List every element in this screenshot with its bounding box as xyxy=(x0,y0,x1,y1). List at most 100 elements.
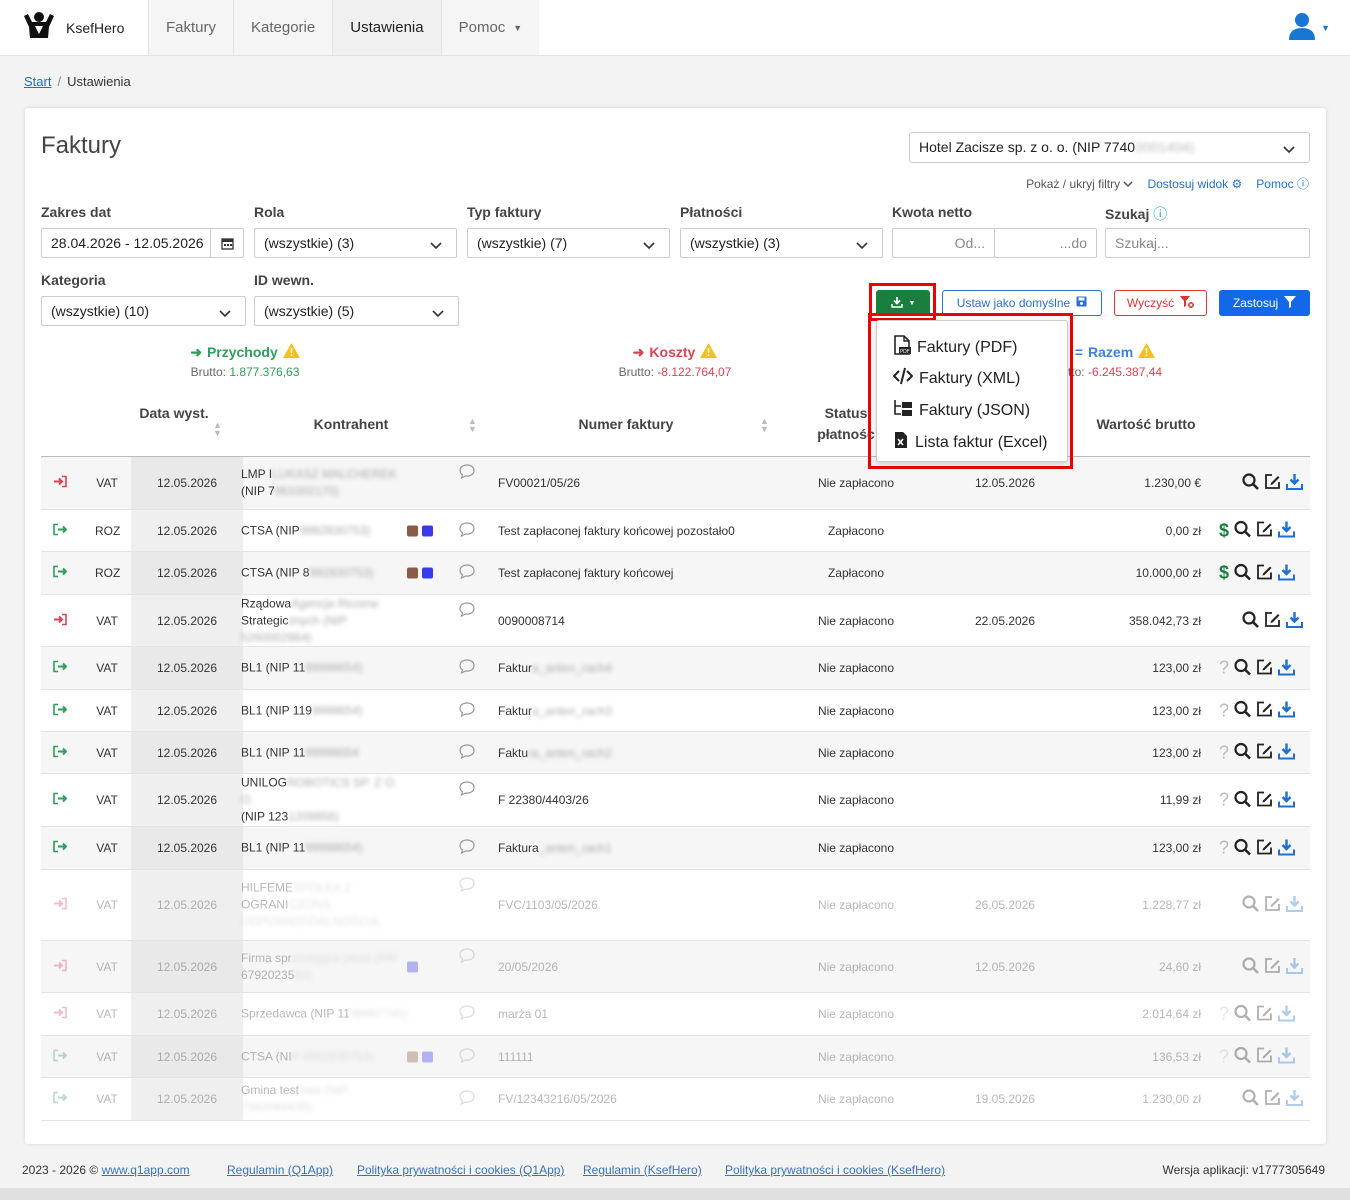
download-icon[interactable] xyxy=(1278,521,1296,541)
edit-icon[interactable] xyxy=(1264,895,1281,915)
edit-icon[interactable] xyxy=(1256,838,1273,858)
date-range-input[interactable]: 28.04.2026 - 12.05.2026 xyxy=(41,228,244,258)
table-row[interactable]: VAT 12.05.2026 BL1 (NIP 1199998654 Faktura_… xyxy=(41,732,1310,774)
comment-icon[interactable] xyxy=(459,564,475,582)
question-icon[interactable]: ? xyxy=(1219,790,1229,811)
edit-icon[interactable] xyxy=(1264,473,1281,493)
footer-link-terms-q1app[interactable]: Regulamin (Q1App) xyxy=(227,1163,333,1177)
search-icon[interactable] xyxy=(1242,956,1259,977)
nav-tab-kategorie[interactable]: Kategorie xyxy=(233,0,333,55)
column-header-party[interactable]: Kontrahent xyxy=(271,416,431,432)
calendar-icon[interactable] xyxy=(210,229,243,257)
search-icon[interactable] xyxy=(1234,520,1251,541)
edit-icon[interactable] xyxy=(1256,743,1273,763)
internal-id-select[interactable]: (wszystkie) (5) xyxy=(254,296,459,326)
download-icon[interactable] xyxy=(1278,743,1296,763)
breadcrumb-home-link[interactable]: Start xyxy=(24,74,51,89)
table-row[interactable]: VAT 12.05.2026 HILFEMESPÓŁKA Z OGRANICZONĄ … xyxy=(41,870,1310,941)
comment-icon[interactable] xyxy=(459,781,475,799)
search-icon[interactable] xyxy=(1242,610,1259,631)
invoice-type-select[interactable]: (wszystkie) (7) xyxy=(467,228,670,258)
download-icon[interactable] xyxy=(1286,611,1303,631)
comment-icon[interactable] xyxy=(459,464,475,482)
column-header-number[interactable]: Numer faktury xyxy=(561,416,691,432)
category-select[interactable]: (wszystkie) (10) xyxy=(41,296,246,326)
table-row[interactable]: ROZ 12.05.2026 CTSA (NIP 8992830753) Test z… xyxy=(41,552,1310,595)
user-menu[interactable]: ▼ xyxy=(1289,12,1330,43)
role-select[interactable]: (wszystkie) (3) xyxy=(254,228,457,258)
question-circle-icon[interactable]: ⓘ xyxy=(1153,206,1167,222)
table-row[interactable]: VAT 12.05.2026 Firma sprzedająca jakaś (NI… xyxy=(41,941,1310,993)
table-row[interactable]: VAT 12.05.2026 BL1 (NIP 1199998654) Faktura… xyxy=(41,690,1310,732)
table-row[interactable]: VAT 12.05.2026 BL1 (NIP 1199998654) Faktura… xyxy=(41,647,1310,690)
payments-select[interactable]: (wszystkie) (3) xyxy=(680,228,883,258)
export-json-item[interactable]: Faktury (JSON) xyxy=(893,399,1030,422)
comment-icon[interactable] xyxy=(459,659,475,677)
edit-icon[interactable] xyxy=(1256,658,1273,678)
nav-tab-ustawienia[interactable]: Ustawienia xyxy=(332,0,441,55)
question-icon[interactable]: ? xyxy=(1219,838,1229,859)
edit-icon[interactable] xyxy=(1256,790,1273,810)
download-icon[interactable] xyxy=(1278,838,1296,858)
download-icon[interactable] xyxy=(1278,658,1296,678)
table-row[interactable]: ROZ 12.05.2026 CTSA (NIP9992830753) Test za… xyxy=(41,510,1310,552)
edit-icon[interactable] xyxy=(1256,1047,1273,1067)
export-xml-item[interactable]: Faktury (XML) xyxy=(892,367,1020,390)
table-row[interactable]: VAT 12.05.2026 UNILOGROBOTICS SP. Z O. O.(… xyxy=(41,774,1310,827)
comment-icon[interactable] xyxy=(459,877,475,895)
table-row[interactable]: VAT 12.05.2026 RządowaAgencja Rezerw Strate… xyxy=(41,595,1310,647)
question-icon[interactable]: ? xyxy=(1219,658,1229,679)
customize-view-link[interactable]: Dostosuj widok ⚙ xyxy=(1147,177,1242,191)
comment-icon[interactable] xyxy=(459,521,475,540)
column-header-gross[interactable]: Wartość brutto xyxy=(1081,416,1211,432)
search-icon[interactable] xyxy=(1242,473,1259,493)
footer-link-terms-ksefhero[interactable]: Regulamin (KsefHero) xyxy=(583,1163,702,1177)
comment-icon[interactable] xyxy=(459,701,475,720)
site-link[interactable]: www.q1app.com xyxy=(102,1163,190,1177)
download-icon[interactable] xyxy=(1278,701,1296,721)
table-row[interactable]: VAT 12.05.2026 BL1 (NIP 1199998654) Faktura… xyxy=(41,827,1310,870)
download-icon[interactable] xyxy=(1278,1004,1296,1024)
search-icon[interactable] xyxy=(1234,790,1251,810)
search-icon[interactable] xyxy=(1234,838,1251,858)
export-pdf-item[interactable]: PDF Faktury (PDF) xyxy=(893,335,1017,360)
download-icon[interactable] xyxy=(1286,957,1303,977)
edit-icon[interactable] xyxy=(1264,957,1281,977)
download-icon[interactable] xyxy=(1278,790,1296,810)
comment-icon[interactable] xyxy=(459,839,475,857)
comment-icon[interactable] xyxy=(459,948,475,966)
comment-icon[interactable] xyxy=(459,1005,475,1023)
search-icon[interactable] xyxy=(1234,658,1251,678)
dollar-icon[interactable]: $ xyxy=(1219,563,1229,584)
search-icon[interactable] xyxy=(1234,563,1251,583)
question-icon[interactable]: ? xyxy=(1219,1004,1229,1025)
help-link[interactable]: Pomoc ⓘ xyxy=(1256,175,1309,192)
toggle-filters-link[interactable]: Pokaż / ukryj filtry xyxy=(1026,177,1133,191)
nav-tab-pomoc[interactable]: Pomoc ▼ xyxy=(440,0,540,55)
comment-icon[interactable] xyxy=(459,1090,475,1108)
table-row[interactable]: VAT 12.05.2026 LMP ILUKASZ MALCHEREK (NIP 7… xyxy=(41,457,1310,510)
bottom-scrollbar[interactable] xyxy=(0,1188,1350,1200)
net-amount-from-input[interactable]: Od... xyxy=(892,228,995,258)
dollar-icon[interactable]: $ xyxy=(1219,520,1229,541)
comment-icon[interactable] xyxy=(459,743,475,762)
net-amount-to-input[interactable]: ...do xyxy=(994,228,1097,258)
edit-icon[interactable] xyxy=(1256,1004,1273,1024)
search-icon[interactable] xyxy=(1234,700,1251,721)
download-icon[interactable] xyxy=(1278,563,1296,583)
footer-link-privacy-ksefhero[interactable]: Polityka prywatności i cookies (KsefHero… xyxy=(725,1163,945,1177)
clear-button[interactable]: Wyczyść xyxy=(1114,290,1207,316)
download-icon[interactable] xyxy=(1286,1089,1303,1109)
edit-icon[interactable] xyxy=(1264,611,1281,631)
nav-tab-faktury[interactable]: Faktury xyxy=(148,0,234,55)
download-icon[interactable] xyxy=(1278,1047,1296,1067)
edit-icon[interactable] xyxy=(1264,1089,1281,1109)
question-icon[interactable]: ? xyxy=(1219,742,1229,763)
export-excel-item[interactable]: Lista faktur (Excel) xyxy=(893,431,1047,454)
footer-link-privacy-q1app[interactable]: Polityka prywatności i cookies (Q1App) xyxy=(357,1163,564,1177)
search-icon[interactable] xyxy=(1234,1004,1251,1024)
question-icon[interactable]: ? xyxy=(1219,1046,1229,1067)
comment-icon[interactable] xyxy=(459,1047,475,1066)
sort-icon[interactable]: ▲ ▼ xyxy=(760,417,769,434)
company-select[interactable]: Hotel Zacisze sp. z o. o. (NIP 774000014… xyxy=(909,132,1310,163)
